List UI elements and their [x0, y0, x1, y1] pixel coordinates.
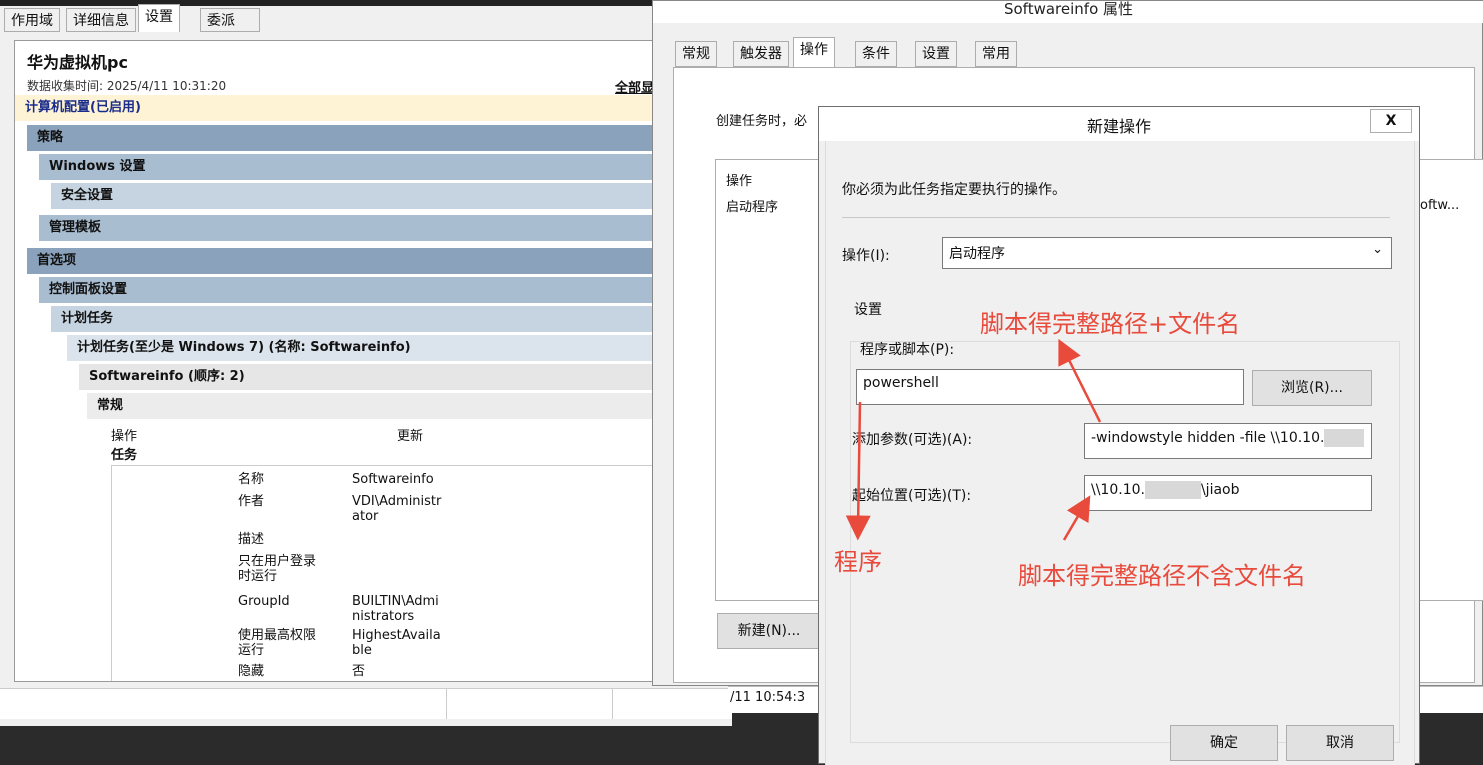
arrow-to-start-in: [1062, 495, 1091, 541]
annotation-arrows: [845, 338, 1102, 541]
arrow-to-program: [845, 401, 871, 541]
arrow-to-args: [1058, 338, 1102, 423]
